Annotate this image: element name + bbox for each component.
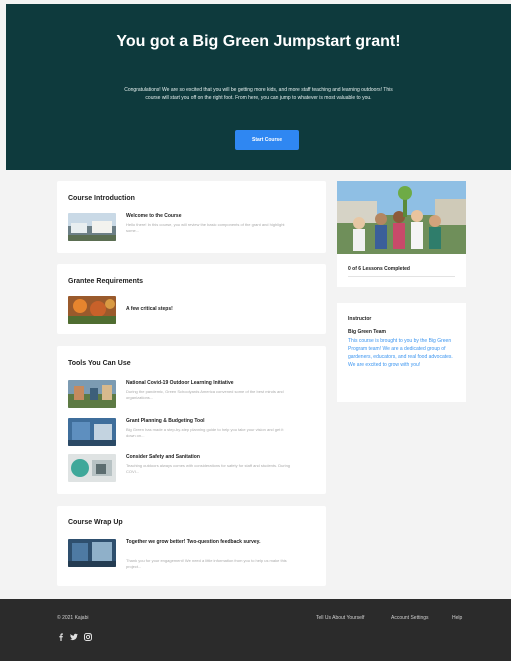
footer-link-help[interactable]: Help bbox=[452, 615, 462, 621]
lesson-item[interactable]: Grant Planning & Budgeting Tool Big Gree… bbox=[68, 418, 318, 448]
lesson-description: Thank you for your engagement! We need a… bbox=[126, 558, 287, 569]
footer: © 2021 Kajabi Tell Us About Yourself Acc… bbox=[0, 599, 511, 661]
instructor-card: Instructor Big Green Team This course is… bbox=[337, 303, 466, 402]
section-title: Grantee Requirements bbox=[68, 278, 144, 285]
facebook-icon[interactable] bbox=[57, 633, 65, 641]
lesson-title: National Covid-19 Outdoor Learning Initi… bbox=[126, 380, 234, 386]
lesson-title: Grant Planning & Budgeting Tool bbox=[126, 418, 205, 424]
lesson-description: During the pandemic, Green Schoolyards A… bbox=[126, 389, 284, 400]
lesson-description: Teaching outdoors always comes with cons… bbox=[126, 463, 291, 474]
footer-link-account-settings[interactable]: Account Settings bbox=[391, 615, 429, 621]
lesson-title: Consider Safety and Sanitation bbox=[126, 454, 200, 460]
instructor-label: Instructor bbox=[348, 316, 372, 322]
lesson-thumbnail bbox=[68, 213, 116, 241]
hero-description: Congratulations! We are so excited that … bbox=[124, 87, 393, 101]
copyright-text: © 2021 Kajabi bbox=[57, 615, 89, 621]
instructor-bio: This course is brought to you by the Big… bbox=[348, 338, 453, 368]
lesson-item[interactable]: Consider Safety and Sanitation Teaching … bbox=[68, 454, 318, 484]
course-image bbox=[337, 181, 466, 254]
hero-banner: You got a Big Green Jumpstart grant! Con… bbox=[6, 4, 511, 170]
lesson-item[interactable]: Together we grow better! Two-question fe… bbox=[68, 539, 318, 569]
twitter-icon[interactable] bbox=[70, 633, 78, 641]
section-grantee-requirements: Grantee Requirements A few critical step… bbox=[57, 264, 326, 334]
course-progress-card: 0 of 6 Lessons Completed bbox=[337, 181, 466, 287]
course-page: You got a Big Green Jumpstart grant! Con… bbox=[0, 0, 511, 661]
lesson-title: A few critical steps! bbox=[126, 306, 173, 312]
lesson-thumbnail bbox=[68, 296, 116, 324]
lesson-item[interactable]: National Covid-19 Outdoor Learning Initi… bbox=[68, 380, 318, 410]
lesson-thumbnail bbox=[68, 418, 116, 446]
lesson-title: Together we grow better! Two-question fe… bbox=[126, 539, 261, 545]
lesson-item[interactable]: Welcome to the Course Hello there! In th… bbox=[68, 213, 318, 243]
lesson-title: Welcome to the Course bbox=[126, 213, 182, 219]
lesson-thumbnail bbox=[68, 380, 116, 408]
section-title: Tools You Can Use bbox=[68, 360, 131, 367]
lesson-thumbnail bbox=[68, 454, 116, 482]
start-course-button[interactable]: Start Course bbox=[235, 130, 299, 150]
footer-link-tell-us-about-yourself[interactable]: Tell Us About Yourself bbox=[316, 615, 364, 621]
lesson-item[interactable]: A few critical steps! bbox=[68, 296, 318, 326]
section-course-introduction: Course Introduction Welcome to the Cours… bbox=[57, 181, 326, 253]
section-title: Course Introduction bbox=[68, 195, 135, 202]
hero-title: You got a Big Green Jumpstart grant! bbox=[116, 33, 401, 50]
progress-bar bbox=[348, 276, 455, 277]
section-course-wrap-up: Course Wrap Up Together we grow better! … bbox=[57, 506, 326, 586]
progress-text: 0 of 6 Lessons Completed bbox=[348, 266, 410, 272]
lesson-thumbnail bbox=[68, 539, 116, 567]
section-tools-you-can-use: Tools You Can Use National Covid-19 Outd… bbox=[57, 346, 326, 494]
lesson-description: Hello there! In this course, you will re… bbox=[126, 222, 285, 233]
section-title: Course Wrap Up bbox=[68, 519, 123, 526]
instagram-icon[interactable] bbox=[84, 633, 92, 641]
instructor-name: Big Green Team bbox=[348, 329, 386, 335]
lesson-description: Big Green has made a step-by-step planni… bbox=[126, 427, 284, 438]
